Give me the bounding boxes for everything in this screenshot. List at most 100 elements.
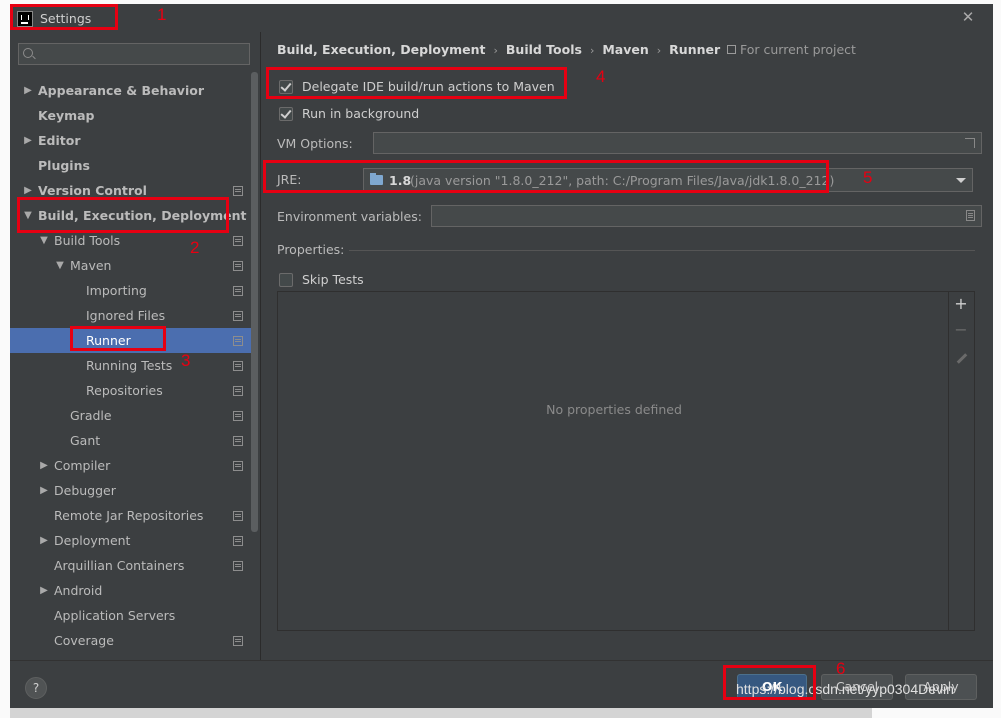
search-input[interactable] — [18, 43, 250, 65]
annotation-box — [70, 326, 166, 351]
annotation-box — [17, 197, 229, 233]
tree-item-label: Application Servers — [54, 608, 176, 623]
annotation-number: 4 — [596, 67, 606, 86]
collapsed-arrow-icon[interactable]: ▶ — [22, 128, 34, 153]
project-scope-icon — [233, 636, 243, 646]
tree-item-label: Coverage — [54, 633, 114, 648]
annotation-box — [723, 665, 816, 700]
tree-item-label: Running Tests — [86, 358, 173, 373]
tree-item-label: Gradle — [70, 408, 112, 423]
tree-item-label: Android — [54, 583, 103, 598]
tree-item-editor[interactable]: ▶ Editor — [10, 128, 251, 153]
collapsed-arrow-icon[interactable]: ▶ — [38, 653, 50, 660]
project-scope-icon — [233, 336, 243, 346]
project-scope-icon — [233, 361, 243, 371]
project-scope-icon — [727, 45, 736, 54]
tree-item-running-tests[interactable]: Running Tests — [10, 353, 251, 378]
tree-item-label: Docker — [54, 653, 98, 660]
tree-item-label: Maven — [70, 258, 112, 273]
collapsed-arrow-icon[interactable]: ▶ — [38, 578, 50, 603]
tree-item-plugins[interactable]: Plugins — [10, 153, 251, 178]
tree-item-debugger[interactable]: ▶ Debugger — [10, 478, 251, 503]
project-scope-icon — [233, 186, 243, 196]
annotation-box — [266, 67, 567, 99]
annotation-number: 1 — [157, 5, 167, 24]
annotation-number: 3 — [181, 351, 191, 370]
skip-tests-label[interactable]: Skip Tests — [302, 271, 364, 289]
runner-settings-panel: Build, Execution, Deployment › Build Tools… — [261, 32, 993, 660]
tree-item-label: Compiler — [54, 458, 111, 473]
search-icon — [23, 48, 33, 58]
annotation-number: 6 — [836, 659, 846, 678]
project-scope-icon — [233, 311, 243, 321]
tree-item-appearance-behavior[interactable]: ▶ Appearance & Behavior — [10, 78, 251, 103]
tree-item-android[interactable]: ▶ Android — [10, 578, 251, 603]
project-scope-icon — [233, 561, 243, 571]
breadcrumb-item: Build Tools — [505, 42, 582, 57]
tree-item-importing[interactable]: Importing — [10, 278, 251, 303]
tree-item-repositories[interactable]: Repositories — [10, 378, 251, 403]
annotation-box — [10, 4, 118, 30]
help-button[interactable]: ? — [25, 677, 47, 699]
tree-item-label: Ignored Files — [86, 308, 166, 323]
run-in-background-label[interactable]: Run in background — [302, 105, 419, 123]
tree-item-docker[interactable]: ▶ Docker — [10, 653, 251, 660]
collapsed-arrow-icon[interactable]: ▶ — [38, 453, 50, 478]
tree-item-gradle[interactable]: Gradle — [10, 403, 251, 428]
tree-item-gant[interactable]: Gant — [10, 428, 251, 453]
annotation-number: 2 — [190, 238, 200, 257]
run-in-background-checkbox[interactable] — [279, 107, 293, 121]
tree-item-ignored-files[interactable]: Ignored Files — [10, 303, 251, 328]
edit-icon[interactable] — [953, 350, 969, 366]
tree-item-remote-jar-repositories[interactable]: Remote Jar Repositories — [10, 503, 251, 528]
expand-icon[interactable] — [965, 138, 975, 148]
tree-item-compiler[interactable]: ▶ Compiler — [10, 453, 251, 478]
skip-tests-checkbox[interactable] — [279, 273, 293, 287]
properties-empty-text: No properties defined — [546, 402, 682, 417]
tree-item-label: Arquillian Containers — [54, 558, 185, 573]
browse-list-icon[interactable] — [966, 210, 975, 221]
expanded-arrow-icon[interactable]: ▼ — [54, 253, 66, 278]
tree-item-coverage[interactable]: Coverage — [10, 628, 251, 653]
tree-item-application-servers[interactable]: Application Servers — [10, 603, 251, 628]
project-scope-icon — [233, 261, 243, 271]
tree-item-maven[interactable]: ▼ Maven — [10, 253, 251, 278]
project-scope-icon — [233, 511, 243, 521]
project-scope-icon — [233, 236, 243, 246]
tree-scrollbar[interactable] — [251, 72, 258, 532]
properties-title: Properties: — [277, 242, 345, 257]
remove-icon[interactable]: − — [953, 322, 969, 338]
tree-item-deployment[interactable]: ▶ Deployment — [10, 528, 251, 553]
breadcrumb-item: Maven — [602, 42, 649, 57]
tree-item-arquillian-containers[interactable]: Arquillian Containers — [10, 553, 251, 578]
tree-item-label: Keymap — [38, 108, 95, 123]
environment-variables-field[interactable] — [431, 205, 982, 227]
properties-table[interactable]: No properties defined — [277, 291, 949, 631]
collapsed-arrow-icon[interactable]: ▶ — [38, 478, 50, 503]
tree-item-label: Importing — [86, 283, 147, 298]
environment-variables-label: Environment variables: — [277, 209, 422, 224]
add-icon[interactable]: + — [953, 296, 969, 312]
tree-item-label: Appearance & Behavior — [38, 83, 204, 98]
breadcrumb-separator-icon: › — [589, 44, 595, 57]
for-current-project-note: For current project — [727, 42, 856, 57]
for-current-project-label: For current project — [740, 42, 856, 57]
tree-item-label: Repositories — [86, 383, 163, 398]
project-scope-icon — [233, 286, 243, 296]
tree-item-label: Deployment — [54, 533, 131, 548]
properties-divider — [349, 250, 975, 251]
chevron-down-icon[interactable] — [956, 178, 966, 183]
vm-options-field[interactable] — [373, 132, 982, 154]
project-scope-icon — [233, 436, 243, 446]
close-icon[interactable]: ✕ — [960, 9, 976, 25]
tree-item-label: Plugins — [38, 158, 90, 173]
settings-window: Settings ✕ ▶ Appearance & Behavior Keymap ▶… — [10, 4, 993, 708]
breadcrumb-item: Build, Execution, Deployment — [277, 42, 486, 57]
breadcrumb: Build, Execution, Deployment › Build Tools… — [277, 42, 720, 57]
project-scope-icon — [233, 411, 243, 421]
tree-item-label: Debugger — [54, 483, 116, 498]
breadcrumb-separator-icon: › — [493, 44, 498, 57]
tree-item-keymap[interactable]: Keymap — [10, 103, 251, 128]
collapsed-arrow-icon[interactable]: ▶ — [22, 78, 34, 103]
collapsed-arrow-icon[interactable]: ▶ — [38, 528, 50, 553]
